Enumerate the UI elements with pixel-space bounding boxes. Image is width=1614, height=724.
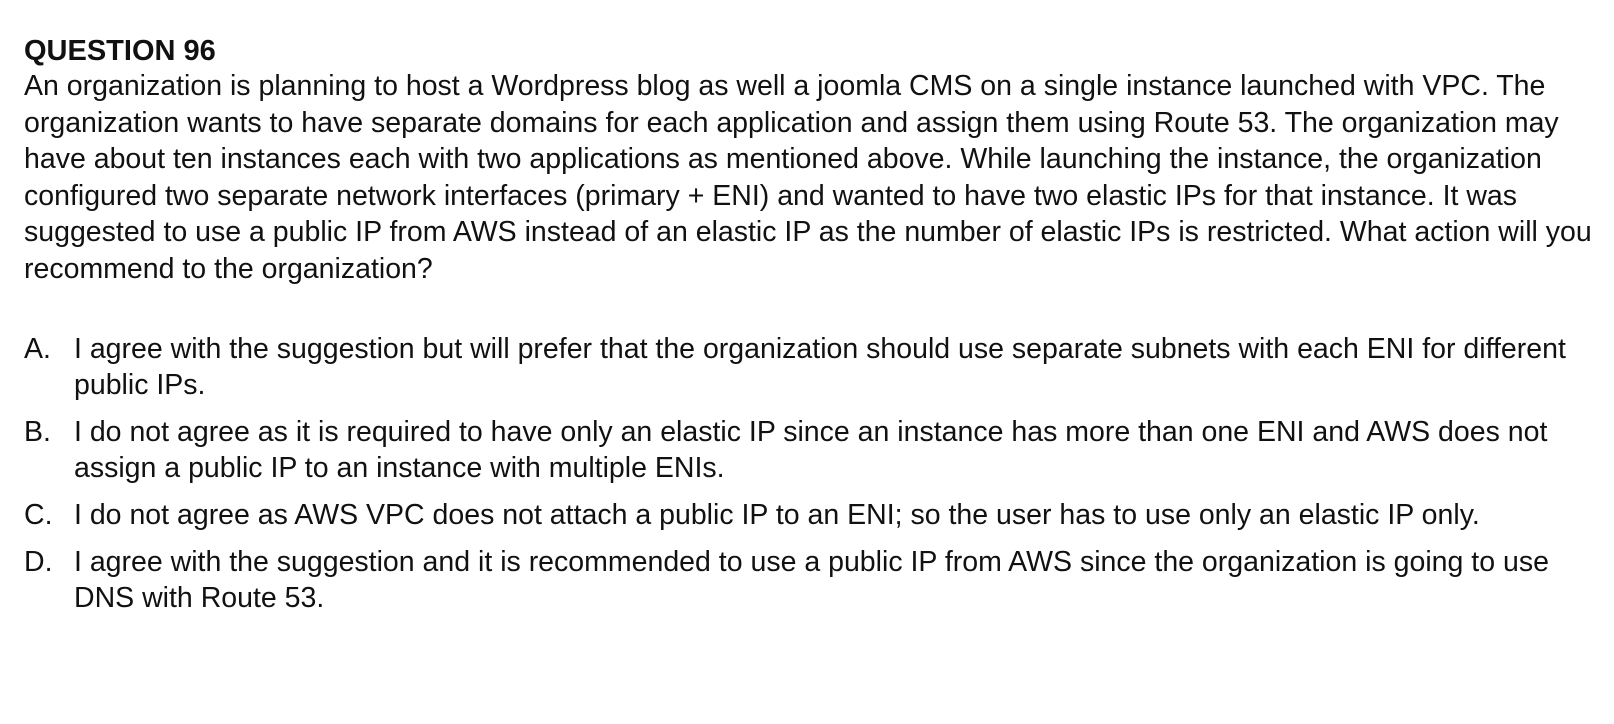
option-a: A. I agree with the suggestion but will p… [24, 331, 1604, 403]
option-letter: C. [24, 499, 53, 531]
question-text: An organization is planning to host a Wo… [24, 70, 1592, 285]
option-letter: B. [24, 416, 51, 448]
option-text: I agree with the suggestion and it is re… [74, 546, 1549, 614]
option-text: I agree with the suggestion but will pre… [74, 333, 1566, 401]
option-text: I do not agree as it is required to have… [74, 416, 1548, 484]
options-list: A. I agree with the suggestion but will p… [24, 331, 1604, 616]
option-letter: D. [24, 546, 53, 578]
question-block: QUESTION 96 An organization is planning … [24, 34, 1604, 627]
option-b: B. I do not agree as it is required to ha… [24, 414, 1604, 486]
option-c: C. I do not agree as AWS VPC does not att… [24, 497, 1604, 533]
option-d: D. I agree with the suggestion and it is … [24, 544, 1604, 616]
option-text: I do not agree as AWS VPC does not attac… [74, 499, 1480, 531]
option-letter: A. [24, 333, 51, 365]
question-title: QUESTION 96 [24, 35, 216, 67]
